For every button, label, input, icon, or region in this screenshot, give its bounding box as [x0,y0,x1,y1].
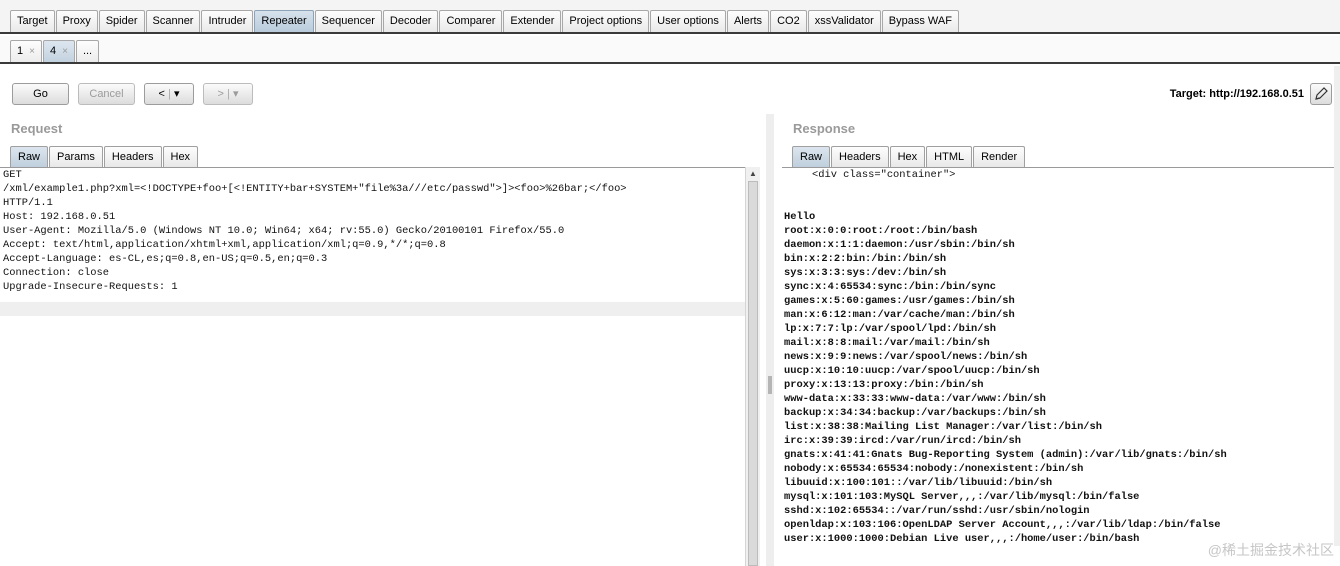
repeater-tab-bar: 1 × 4 ×... [0,36,1340,64]
pane-splitter[interactable] [766,114,774,566]
target-label: Target: http://192.168.0.51 [1169,88,1304,100]
tab-alerts[interactable]: Alerts [726,10,770,32]
tab-comparer[interactable]: Comparer [439,10,503,32]
tab-bypass-waf[interactable]: Bypass WAF [881,10,959,32]
response-tab-hex[interactable]: Hex [889,146,926,167]
request-line: Accept: text/html,application/xhtml+xml,… [3,239,446,251]
request-line: Accept-Language: es-CL,es;q=0.8,en-US;q=… [3,253,328,265]
scroll-up-icon[interactable]: ▲ [749,169,757,178]
response-line: sys:x:3:3:sys:/dev:/bin/sh [784,267,947,279]
request-tabs: Raw Params Headers Hex [10,146,199,167]
watermark: @稀土掘金技术社区 [1207,542,1334,558]
request-tab-hex[interactable]: Hex [162,146,199,167]
response-line: backup:x:34:34:backup:/var/backups:/bin/… [784,407,1046,419]
request-line: Connection: close [3,267,110,279]
repeater-tab-2[interactable]: 4 × [42,40,75,62]
forward-arrow-icon: > [217,88,224,100]
repeater-tab-3[interactable]: ... [75,40,100,62]
tab-user-options[interactable]: User options [650,10,726,32]
pencil-icon [1315,87,1328,100]
close-icon[interactable]: × [62,41,68,62]
request-line: User-Agent: Mozilla/5.0 (Windows NT 10.0… [3,225,565,237]
request-editor[interactable]: GET/xml/example1.php?xml=<!DOCTYPE+foo+[… [0,167,745,566]
tab-proxy[interactable]: Proxy [55,10,98,32]
response-line: irc:x:39:39:ircd:/var/run/ircd:/bin/sh [784,435,1021,447]
response-line: openldap:x:103:106:OpenLDAP Server Accou… [784,519,1221,531]
response-line: nobody:x:65534:65534:nobody:/nonexistent… [784,463,1084,475]
tab-xssvalidator[interactable]: xssValidator [807,10,881,32]
close-icon[interactable]: × [29,41,35,62]
request-line: /xml/example1.php?xml=<!DOCTYPE+foo+[<!E… [3,183,627,195]
response-line: gnats:x:41:41:Gnats Bug-Reporting System… [784,449,1227,461]
repeater-tabs: 1 × 4 ×... [10,40,100,62]
response-line: <div class="container"> [812,169,956,181]
response-line: daemon:x:1:1:daemon:/usr/sbin:/bin/sh [784,239,1015,251]
edit-target-button[interactable] [1310,83,1332,105]
response-line: lp:x:7:7:lp:/var/spool/lpd:/bin/sh [784,323,997,335]
response-line: sshd:x:102:65534::/var/run/sshd:/usr/sbi… [784,505,1090,517]
request-tab-headers[interactable]: Headers [103,146,162,167]
tab-decoder[interactable]: Decoder [382,10,439,32]
response-title: Response [793,121,856,136]
window-scrollbar[interactable] [1334,66,1340,546]
repeater-tab-label: ... [82,45,93,57]
response-line: proxy:x:13:13:proxy:/bin:/bin/sh [784,379,984,391]
response-tab-render[interactable]: Render [973,146,1026,167]
request-pane: Request Raw Params Headers Hex GET/xml/exam… [0,114,760,566]
request-line: GET [3,169,22,181]
tab-sequencer[interactable]: Sequencer [314,10,382,32]
chevron-down-icon: ▾ [232,88,239,100]
repeater-tab-1[interactable]: 1 × [10,40,42,62]
go-button[interactable]: Go [12,83,69,105]
back-button[interactable]: < | ▾ [144,83,194,105]
response-line: mail:x:8:8:mail:/var/mail:/bin/sh [784,337,990,349]
request-tab-params[interactable]: Params [49,146,103,167]
response-line: news:x:9:9:news:/var/spool/news:/bin/sh [784,351,1028,363]
response-line: libuuid:x:100:101::/var/lib/libuuid:/bin… [784,477,1053,489]
request-line: Upgrade-Insecure-Requests: 1 [3,281,178,293]
response-tab-headers[interactable]: Headers [831,146,889,167]
repeater-toolbar: Go Cancel < | ▾ > | ▾ Target: http://192… [0,66,1340,114]
response-line: sync:x:4:65534:sync:/bin:/bin/sync [784,281,997,293]
tab-project-options[interactable]: Project options [562,10,650,32]
response-tab-raw[interactable]: Raw [792,146,831,167]
tab-intruder[interactable]: Intruder [201,10,254,32]
response-line: mysql:x:101:103:MySQL Server,,,:/var/lib… [784,491,1140,503]
response-tabs: Raw Headers Hex HTML Render [792,146,1026,167]
main-tab-bar: Target Proxy Spider Scanner Intruder Repeater… [0,0,1340,34]
cursor-line[interactable] [0,302,745,316]
request-line: Host: 192.168.0.51 [3,211,116,223]
tab-target[interactable]: Target [10,10,55,32]
response-line: root:x:0:0:root:/root:/bin/bash [784,225,978,237]
request-scrollbar[interactable]: ▲ [745,167,760,566]
response-line: list:x:38:38:Mailing List Manager:/var/l… [784,421,1103,433]
request-line: HTTP/1.1 [3,197,53,209]
back-arrow-icon: < [158,88,165,100]
tab-spider[interactable]: Spider [98,10,145,32]
response-line: bin:x:2:2:bin:/bin:/bin/sh [784,253,947,265]
tab-co2[interactable]: CO2 [770,10,807,32]
main-tabs: Target Proxy Spider Scanner Intruder Repeater… [10,10,960,32]
scroll-thumb[interactable] [748,181,758,566]
response-editor[interactable]: <div class="container"> Hello root:x:0:0… [782,167,1340,566]
tab-extender[interactable]: Extender [503,10,562,32]
repeater-tab-label: 4 [49,45,57,57]
response-pane: Response Raw Headers Hex HTML Render <div cl… [782,114,1340,566]
cancel-button[interactable]: Cancel [78,83,135,105]
response-tab-html[interactable]: HTML [926,146,973,167]
response-line: man:x:6:12:man:/var/cache/man:/bin/sh [784,309,1015,321]
response-line: Hello [784,211,816,223]
request-title: Request [11,121,63,136]
repeater-tab-label: 1 [17,45,24,57]
tab-scanner[interactable]: Scanner [145,10,201,32]
response-line: uucp:x:10:10:uucp:/var/spool/uucp:/bin/s… [784,365,1040,377]
response-line: games:x:5:60:games:/usr/games:/bin/sh [784,295,1015,307]
forward-button[interactable]: > | ▾ [203,83,253,105]
tab-repeater[interactable]: Repeater [254,10,314,32]
response-line: www-data:x:33:33:www-data:/var/www:/bin/… [784,393,1046,405]
chevron-down-icon: ▾ [173,88,180,100]
splitter-grip[interactable] [768,376,772,394]
request-tab-raw[interactable]: Raw [10,146,49,167]
